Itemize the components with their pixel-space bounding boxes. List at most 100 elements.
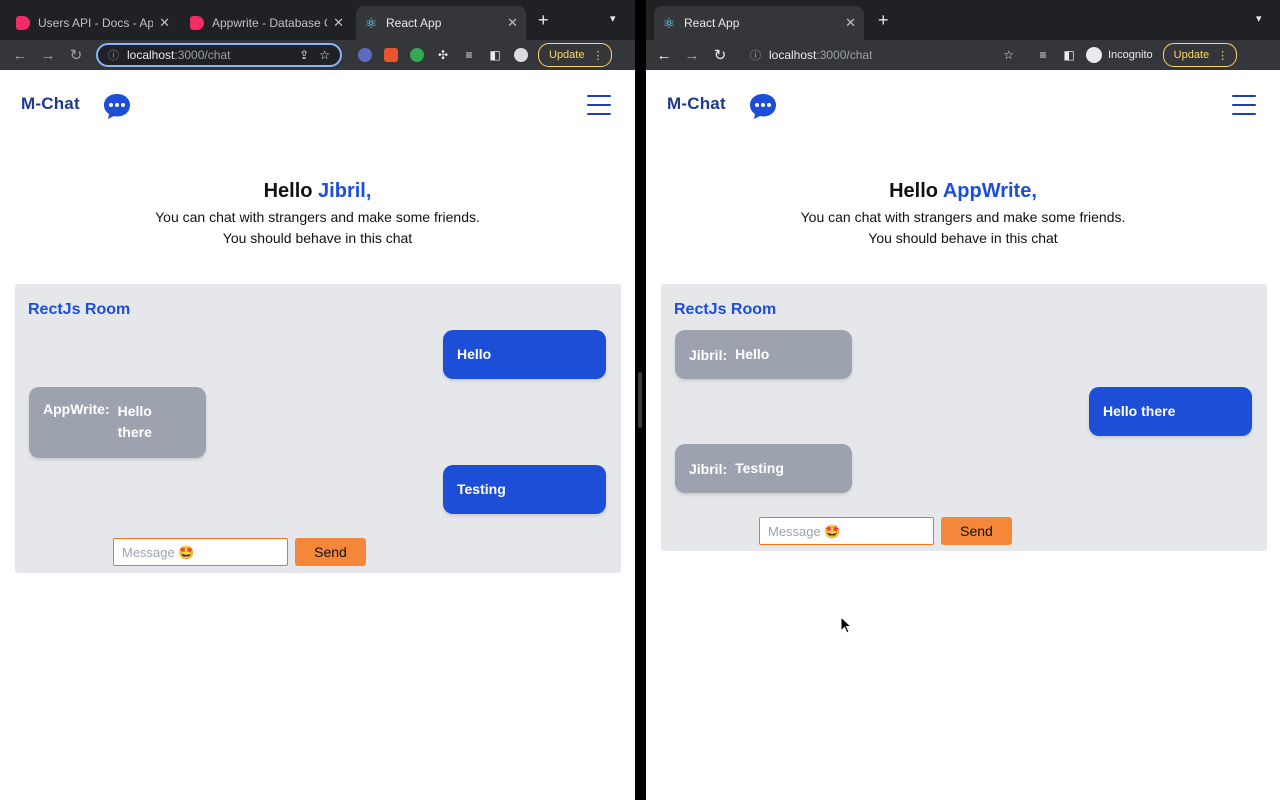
tab-users-api-docs[interactable]: Users API - Docs - Ap ✕	[8, 6, 178, 40]
appwrite-icon	[190, 16, 204, 30]
close-icon[interactable]: ✕	[159, 15, 170, 31]
address-bar[interactable]: ⓘ localhost:3000/chat ☆	[740, 43, 1024, 67]
message-input[interactable]	[759, 517, 934, 545]
tab-strip: ⚛ React App ✕ + ▾	[646, 0, 1280, 40]
split-resize-handle[interactable]	[638, 372, 642, 428]
update-label: Update	[1173, 49, 1210, 61]
side-panel-icon[interactable]: ◧	[1062, 48, 1076, 62]
message-text: Hello there	[1103, 403, 1176, 419]
my-message-bubble: Testing	[443, 465, 606, 514]
greeting: Hello AppWrite, You can chat with strang…	[646, 180, 1280, 249]
menu-dots-icon[interactable]: ⋮	[592, 49, 603, 62]
reading-list-icon[interactable]: ≡	[462, 48, 476, 62]
chat-room: RectJs Room Jibril: Hello Hello there Ji…	[661, 284, 1267, 551]
incognito-indicator[interactable]: Incognito	[1086, 47, 1153, 63]
hello-heading: Hello AppWrite,	[646, 180, 1280, 203]
send-button[interactable]: Send	[295, 538, 366, 566]
hamburger-menu-icon[interactable]	[587, 95, 611, 117]
address-bar[interactable]: ⓘ localhost:3000/chat ⇪ ☆	[96, 43, 342, 67]
intro-line-2: You should behave in this chat	[868, 230, 1058, 246]
hello-prefix: Hello	[263, 180, 319, 202]
chat-bubble-icon	[104, 94, 130, 119]
hamburger-menu-icon[interactable]	[1232, 95, 1256, 117]
react-icon: ⚛	[662, 15, 676, 31]
intro-line-1: You can chat with strangers and make som…	[155, 209, 480, 225]
tab-title: React App	[386, 16, 442, 30]
react-icon: ⚛	[364, 15, 378, 31]
chat-bubble-icon	[750, 94, 776, 119]
send-button[interactable]: Send	[941, 517, 1012, 545]
hello-prefix: Hello	[889, 180, 943, 202]
menu-dots-icon[interactable]: ⋮	[1217, 49, 1228, 62]
new-tab-icon[interactable]: +	[878, 10, 889, 31]
star-icon[interactable]: ☆	[319, 48, 330, 62]
my-message-bubble: Hello there	[1089, 387, 1252, 436]
message-sender: AppWrite:	[43, 401, 110, 417]
close-icon[interactable]: ✕	[333, 15, 344, 31]
tab-appwrite-database[interactable]: Appwrite - Database C ✕	[182, 6, 352, 40]
username: Jibril,	[318, 180, 372, 202]
tab-title: Users API - Docs - Ap	[38, 16, 154, 30]
side-panel-icon[interactable]: ◧	[488, 48, 502, 62]
other-message-bubble: AppWrite: Hello there	[29, 387, 206, 458]
browser-toolbar: ← → ↻ ⓘ localhost:3000/chat ☆ ≡ ◧ Incogn…	[646, 40, 1280, 70]
reload-icon[interactable]: ↻	[62, 46, 90, 64]
avatar[interactable]	[514, 48, 528, 62]
intro-line-1: You can chat with strangers and make som…	[800, 209, 1126, 225]
puzzle-icon[interactable]: ✣	[436, 48, 450, 62]
grammarly-icon[interactable]	[410, 48, 424, 62]
chat-page: M-Chat Hello Jibril, You can chat with s…	[0, 70, 635, 800]
info-icon[interactable]: ⓘ	[750, 47, 761, 63]
message-text: Hello	[735, 346, 770, 362]
brand-name[interactable]: M-Chat	[21, 94, 80, 114]
update-label: Update	[549, 49, 585, 61]
greeting: Hello Jibril, You can chat with stranger…	[0, 180, 635, 249]
forward-icon[interactable]: →	[34, 47, 62, 64]
chat-page: M-Chat Hello AppWrite, You can chat with…	[646, 70, 1280, 800]
tab-strip: Users API - Docs - Ap ✕ Appwrite - Datab…	[0, 0, 635, 40]
url-path: :3000/chat	[816, 48, 873, 62]
forward-icon[interactable]: →	[678, 47, 706, 64]
star-icon[interactable]: ☆	[1003, 48, 1014, 62]
appwrite-icon	[16, 16, 30, 30]
message-composer: Send	[113, 538, 366, 566]
close-icon[interactable]: ✕	[507, 15, 518, 31]
intro-line-2: You should behave in this chat	[222, 230, 413, 246]
brand-name[interactable]: M-Chat	[667, 94, 726, 114]
chevron-down-icon[interactable]: ▾	[610, 12, 616, 25]
update-button[interactable]: Update ⋮	[538, 43, 613, 67]
hello-heading: Hello Jibril,	[0, 180, 635, 203]
chevron-down-icon[interactable]: ▾	[1256, 12, 1262, 25]
incognito-icon	[1086, 47, 1102, 63]
back-icon[interactable]: ←	[6, 47, 34, 64]
tab-react-app[interactable]: ⚛ React App ✕	[654, 6, 864, 40]
left-browser-window: Users API - Docs - Ap ✕ Appwrite - Datab…	[0, 0, 635, 800]
reload-icon[interactable]: ↻	[706, 46, 734, 64]
new-tab-icon[interactable]: +	[538, 10, 549, 31]
browser-toolbar: ← → ↻ ⓘ localhost:3000/chat ⇪ ☆ ✣ ≡ ◧ Up…	[0, 40, 635, 70]
extension-icon[interactable]	[384, 48, 398, 62]
url-host: localhost	[769, 48, 817, 62]
url-host: localhost	[127, 48, 175, 62]
message-sender: Jibril:	[689, 346, 728, 363]
room-title: RectJs Room	[28, 301, 131, 318]
room-title: RectJs Room	[674, 301, 777, 318]
app-header: M-Chat	[0, 70, 635, 142]
back-icon[interactable]: ←	[650, 47, 678, 64]
message-text: Testing	[457, 481, 506, 497]
tab-title: React App	[684, 16, 740, 30]
app-header: M-Chat	[646, 70, 1280, 142]
url-path: :3000/chat	[174, 48, 231, 62]
close-icon[interactable]: ✕	[845, 15, 856, 31]
share-icon[interactable]: ⇪	[299, 48, 309, 62]
info-icon[interactable]: ⓘ	[108, 47, 119, 63]
reading-list-icon[interactable]: ≡	[1036, 48, 1050, 62]
extension-icon[interactable]	[358, 48, 372, 62]
incognito-label: Incognito	[1108, 49, 1153, 61]
message-input[interactable]	[113, 538, 288, 566]
username: AppWrite,	[942, 180, 1037, 202]
message-composer: Send	[759, 517, 1012, 545]
tab-title: Appwrite - Database C	[212, 16, 328, 30]
tab-react-app[interactable]: ⚛ React App ✕	[356, 6, 526, 40]
update-button[interactable]: Update ⋮	[1162, 43, 1238, 67]
